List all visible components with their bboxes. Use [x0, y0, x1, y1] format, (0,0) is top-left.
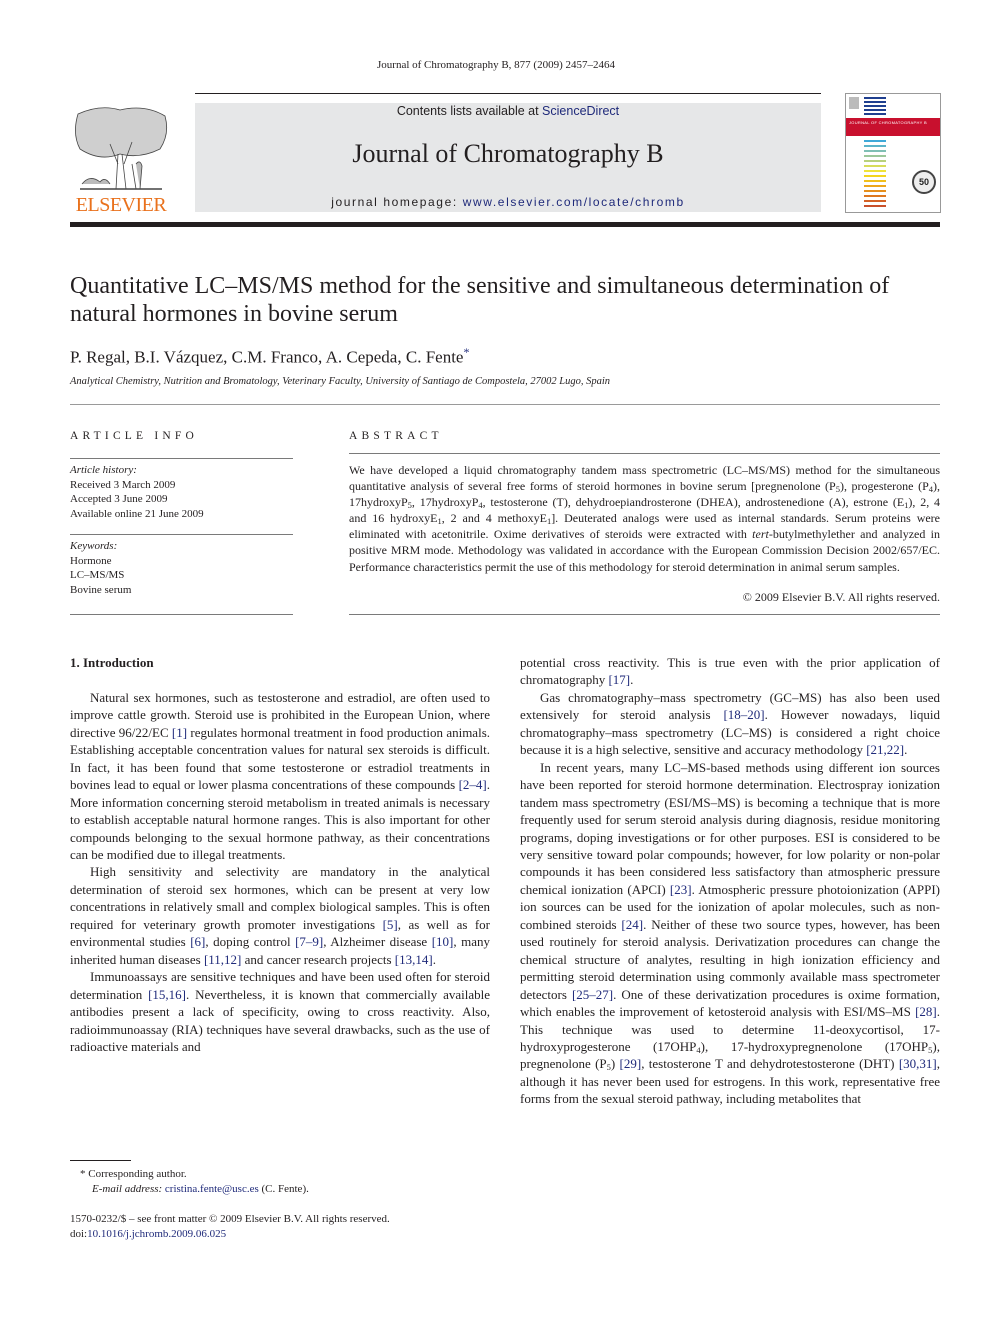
citation-link[interactable]: [24]	[621, 917, 643, 932]
elsevier-wordmark: ELSEVIER	[75, 194, 167, 216]
abstract-heading: ABSTRACT	[349, 430, 443, 442]
paragraph: Gas chromatography–mass spectrometry (GC…	[520, 689, 940, 758]
email-link[interactable]: cristina.fente@usc.es	[165, 1183, 259, 1195]
sciencedirect-link[interactable]: ScienceDirect	[542, 104, 619, 118]
body-column-left: 1. Introduction Natural sex hormones, su…	[70, 654, 490, 1055]
citation-link[interactable]: [30,31]	[899, 1056, 937, 1071]
front-matter: 1570-0232/$ – see front matter © 2009 El…	[70, 1212, 390, 1242]
citation-link[interactable]: [29]	[620, 1056, 642, 1071]
history-label: Article history:	[70, 464, 137, 476]
citation-link[interactable]: [7–9]	[295, 934, 323, 949]
doi-link[interactable]: 10.1016/j.jchromb.2009.06.025	[87, 1228, 226, 1240]
anniversary-badge-icon: 50	[912, 170, 936, 194]
keyword: Hormone	[70, 554, 112, 567]
author-list: P. Regal, B.I. Vázquez, C.M. Franco, A. …	[70, 345, 469, 368]
homepage-prefix: journal homepage:	[331, 195, 463, 209]
history-accepted: Accepted 3 June 2009	[70, 493, 168, 505]
footnote-rule	[70, 1160, 131, 1161]
keywords-label: Keywords:	[70, 540, 118, 552]
article-title: Quantitative LC–MS/MS method for the sen…	[70, 273, 890, 327]
keyword: LC–MS/MS	[70, 569, 125, 581]
abstract-copyright: © 2009 Elsevier B.V. All rights reserved…	[742, 590, 940, 604]
paragraph: Natural sex hormones, such as testostero…	[70, 689, 490, 862]
citation-link[interactable]: [18–20]	[723, 707, 764, 722]
cover-title-band: JOURNAL OF CHROMATOGRAPHY B	[846, 118, 940, 136]
email-line: E-mail address: cristina.fente@usc.es (C…	[92, 1183, 309, 1195]
authors: P. Regal, B.I. Vázquez, C.M. Franco, A. …	[70, 347, 464, 367]
article-info-rule	[70, 534, 293, 535]
citation-link[interactable]: [23]	[670, 882, 692, 897]
citation-link[interactable]: [25–27]	[572, 987, 613, 1002]
journal-cover-thumbnail: JOURNAL OF CHROMATOGRAPHY B 50	[845, 93, 941, 213]
citation-link[interactable]: [17]	[608, 672, 630, 687]
article-history: Article history: Received 3 March 2009 A…	[70, 463, 204, 521]
journal-title: Journal of Chromatography B	[352, 139, 664, 168]
header-thick-rule	[70, 222, 940, 227]
citation-link[interactable]: [10]	[432, 934, 454, 949]
section-heading: 1. Introduction	[70, 655, 154, 670]
affiliation: Analytical Chemistry, Nutrition and Brom…	[70, 376, 611, 387]
keywords: Keywords: Hormone LC–MS/MS Bovine serum	[70, 539, 131, 597]
paragraph: Immunoassays are sensitive techniques an…	[70, 969, 490, 1054]
cover-title: JOURNAL OF CHROMATOGRAPHY B	[849, 120, 927, 125]
history-online: Available online 21 June 2009	[70, 507, 204, 520]
issn-line: 1570-0232/$ – see front matter © 2009 El…	[70, 1213, 390, 1225]
abstract-text: We have developed a liquid chromatograph…	[349, 463, 941, 574]
running-head: Journal of Chromatography B, 877 (2009) …	[377, 59, 615, 71]
affiliation-rule	[70, 404, 940, 405]
citation-link[interactable]: [1]	[172, 725, 187, 740]
citation-link[interactable]: [15,16]	[148, 987, 186, 1002]
homepage-line: journal homepage: www.elsevier.com/locat…	[195, 195, 821, 209]
citation-link[interactable]: [13,14]	[395, 952, 433, 967]
homepage-link[interactable]: www.elsevier.com/locate/chromb	[463, 195, 685, 209]
abstract-rule-bottom	[349, 614, 940, 615]
contents-prefix: Contents lists available at	[396, 104, 543, 118]
contents-line: Contents lists available at ScienceDirec…	[195, 104, 821, 118]
citation-link[interactable]: [6]	[190, 934, 205, 949]
journal-banner: Contents lists available at ScienceDirec…	[195, 103, 821, 212]
paragraph: In recent years, many LC–MS-based method…	[520, 759, 941, 1107]
abstract-rule	[349, 453, 940, 454]
paragraph: High sensitivity and selectivity are man…	[70, 864, 491, 967]
citation-link[interactable]: [5]	[383, 917, 398, 932]
history-received: Received 3 March 2009	[70, 478, 176, 491]
doi-line: doi:10.1016/j.jchromb.2009.06.025	[70, 1228, 227, 1240]
citation-link[interactable]: [28]	[915, 1004, 937, 1019]
article-info-heading: ARTICLE INFO	[70, 430, 198, 442]
corresponding-label: * Corresponding author.	[80, 1168, 187, 1180]
corresponding-author-mark[interactable]: *	[463, 345, 469, 359]
paragraph: potential cross reactivity. This is true…	[520, 655, 940, 688]
citation-link[interactable]: [21,22]	[866, 742, 904, 757]
keyword: Bovine serum	[70, 583, 132, 596]
article-info-rule	[70, 614, 293, 615]
citation-link[interactable]: [11,12]	[204, 952, 241, 967]
body-column-right: potential cross reactivity. This is true…	[520, 654, 940, 1108]
header-rule	[195, 93, 821, 94]
citation-link[interactable]: [2–4]	[459, 777, 487, 792]
cover-image-icon	[849, 97, 859, 109]
article-info-rule	[70, 458, 293, 459]
corresponding-author-footnote: * Corresponding author. E-mail address: …	[70, 1167, 309, 1197]
